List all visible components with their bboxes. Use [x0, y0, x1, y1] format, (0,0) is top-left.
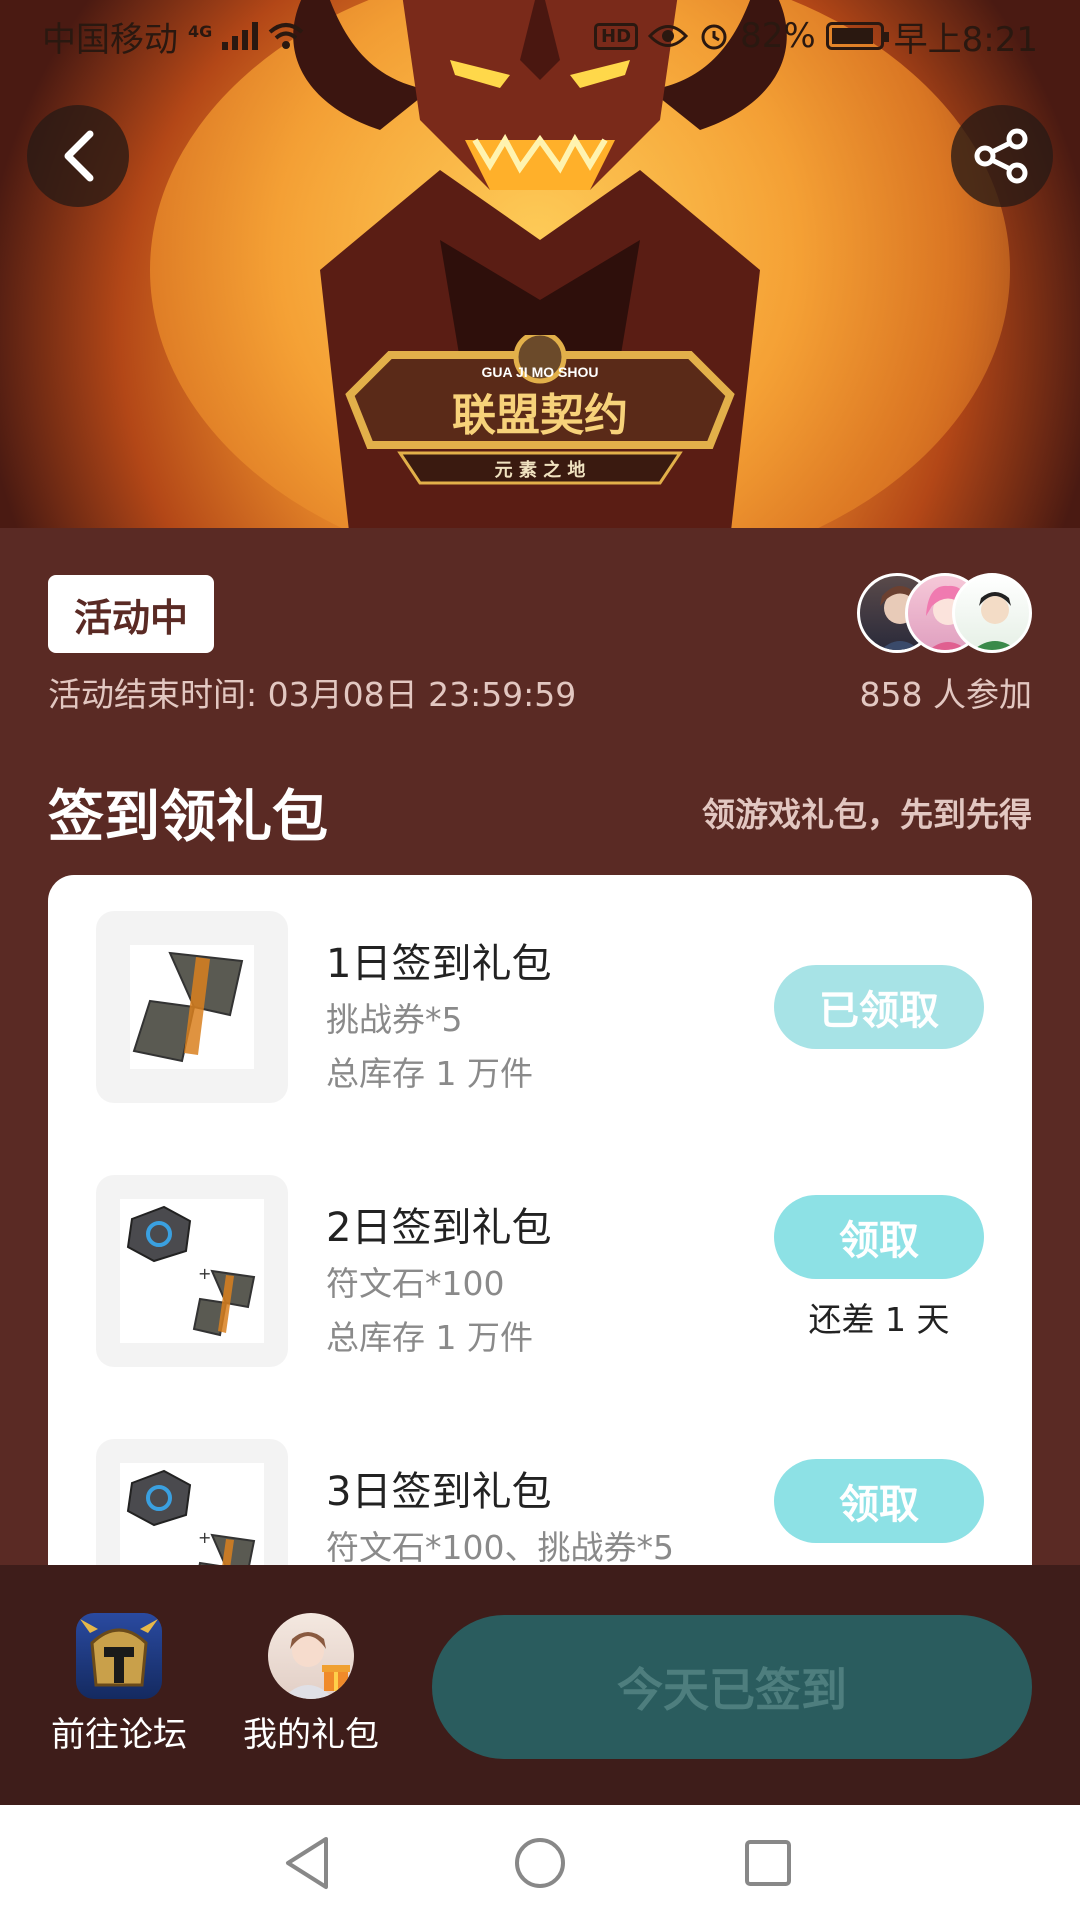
- gift-name: 3日签到礼包: [326, 1469, 552, 1515]
- alarm-icon: [701, 24, 727, 50]
- battery-percent: 82%: [740, 16, 816, 56]
- signal-icon: [222, 22, 259, 50]
- activity-end-time: 活动结束时间: 03月08日 23:59:59: [48, 675, 577, 714]
- my-gifts-label: 我的礼包: [243, 1715, 379, 1755]
- nav-recent-icon[interactable]: [738, 1833, 798, 1893]
- back-button[interactable]: [27, 105, 129, 207]
- logo-title-text: 联盟契约: [452, 390, 628, 441]
- claim-button[interactable]: 领取: [774, 1459, 984, 1543]
- back-arrow-icon: [64, 130, 94, 182]
- my-gifts-button[interactable]: 我的礼包: [236, 1613, 386, 1756]
- section-subtitle: 领游戏礼包，先到先得: [702, 795, 1032, 834]
- participant-count: 858 人参加: [859, 675, 1032, 714]
- section-title: 签到领礼包: [48, 785, 328, 850]
- gift-thumbnail: +: [96, 1175, 288, 1367]
- svg-text:+: +: [198, 1528, 211, 1547]
- avatar: [952, 573, 1032, 653]
- forum-label: 前往论坛: [51, 1715, 187, 1755]
- gift-thumbnail: [96, 911, 288, 1103]
- signed-in-button[interactable]: 今天已签到: [432, 1615, 1032, 1759]
- gift-content: 挑战券*5: [326, 1000, 463, 1039]
- bottom-action-bar: 前往论坛 我的礼包 今天已签到: [0, 1565, 1080, 1805]
- gift-stock: 总库存 1 万件: [326, 1318, 533, 1357]
- activity-status-badge: 活动中: [48, 575, 215, 653]
- rune-stone-icon: +: [126, 1205, 256, 1337]
- wifi-icon: [268, 23, 304, 49]
- my-gifts-avatar-icon: [268, 1613, 354, 1699]
- status-bar: 中国移动 4G HD 82% 早上8:21: [0, 0, 1080, 72]
- forum-button[interactable]: 前往论坛: [44, 1613, 194, 1756]
- svg-text:+: +: [198, 1264, 211, 1283]
- eye-comfort-icon: [648, 25, 689, 47]
- gift-content: 符文石*100、挑战券*5: [326, 1528, 674, 1567]
- gift-thumbnail: +: [96, 1439, 288, 1575]
- gift-name: 1日签到礼包: [326, 941, 552, 987]
- nav-home-icon[interactable]: [510, 1833, 570, 1893]
- list-item: + 2日签到礼包 符文石*100 总库存 1 万件 领取 还差 1 天: [48, 1175, 1032, 1367]
- carrier-name: 中国移动: [42, 19, 178, 60]
- network-type: 4G: [188, 21, 213, 41]
- challenge-ticket-icon: [132, 951, 244, 1063]
- nav-back-icon[interactable]: [278, 1833, 338, 1893]
- gift-name: 2日签到礼包: [326, 1205, 552, 1251]
- days-remaining: 还差 1 天: [808, 1300, 950, 1339]
- battery-icon: [825, 22, 889, 50]
- game-logo: GUA JI MO SHOU 联盟契约 元 素 之 地: [345, 335, 735, 485]
- logo-top-text: GUA JI MO SHOU: [482, 364, 599, 380]
- rune-stone-icon: +: [126, 1469, 256, 1575]
- hd-icon: HD: [594, 22, 639, 50]
- game-banner: GUA JI MO SHOU 联盟契约 元 素 之 地: [0, 0, 1080, 528]
- claim-button[interactable]: 领取: [774, 1195, 984, 1279]
- system-nav-bar: [0, 1805, 1080, 1920]
- logo-sub-text: 元 素 之 地: [495, 459, 586, 481]
- share-icon: [974, 128, 1028, 184]
- list-item: + 3日签到礼包 符文石*100、挑战券*5 领取: [48, 1439, 1032, 1575]
- clock-time: 早上8:21: [893, 19, 1038, 60]
- list-item: 1日签到礼包 挑战券*5 总库存 1 万件 已领取: [48, 911, 1032, 1103]
- claimed-button[interactable]: 已领取: [774, 965, 984, 1049]
- gift-content: 符文石*100: [326, 1264, 505, 1303]
- participant-avatars[interactable]: [857, 573, 1032, 653]
- forum-helmet-icon: [76, 1613, 162, 1699]
- share-button[interactable]: [951, 105, 1053, 207]
- gift-stock: 总库存 1 万件: [326, 1054, 533, 1093]
- gift-list-card: 1日签到礼包 挑战券*5 总库存 1 万件 已领取 + 2日签到礼包 符文石*1…: [48, 875, 1032, 1575]
